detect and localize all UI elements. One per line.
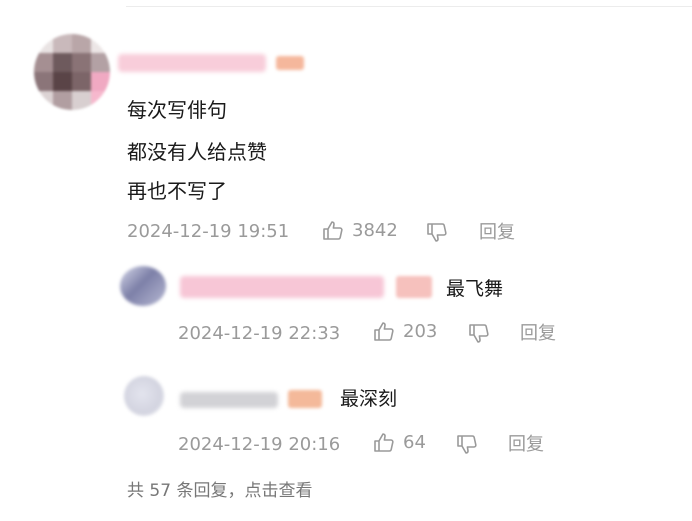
comment-thread: 每次写俳句 都没有人给点赞 再也不写了 2024-12-19 19:51 384… (0, 0, 692, 521)
thumbs-up-icon[interactable] (372, 431, 396, 455)
timestamp: 2024-12-19 22:33 (178, 323, 341, 344)
thumbs-down-icon[interactable] (425, 220, 449, 244)
username-blurred[interactable] (180, 276, 384, 298)
thumbs-up-icon[interactable] (372, 320, 396, 344)
reply-username[interactable]: 最飞舞 (446, 277, 503, 301)
comment-line: 每次写俳句 (127, 98, 227, 122)
user-badge (396, 276, 432, 298)
like-count: 3842 (352, 220, 398, 241)
username-blurred[interactable] (118, 54, 266, 72)
avatar[interactable] (34, 34, 110, 110)
username-blurred[interactable] (180, 392, 278, 408)
thumbs-down-icon[interactable] (455, 432, 479, 456)
comment-line: 再也不写了 (127, 179, 227, 203)
avatar[interactable] (120, 266, 166, 306)
thumbs-down-icon[interactable] (467, 321, 491, 345)
like-count: 203 (403, 321, 438, 342)
reply-button[interactable]: 回复 (479, 222, 515, 244)
like-count: 64 (403, 432, 426, 453)
reply-button[interactable]: 回复 (520, 323, 556, 345)
comment-line: 都没有人给点赞 (127, 140, 267, 164)
user-badge (276, 56, 304, 70)
reply-button[interactable]: 回复 (508, 434, 544, 456)
user-badge (288, 390, 322, 408)
view-more-replies-link[interactable]: 共 57 条回复，点击查看 (127, 480, 312, 502)
timestamp: 2024-12-19 19:51 (127, 221, 290, 242)
divider (126, 6, 692, 7)
timestamp: 2024-12-19 20:16 (178, 434, 341, 455)
avatar[interactable] (124, 376, 164, 416)
reply-username[interactable]: 最深刻 (340, 387, 397, 411)
thumbs-up-icon[interactable] (321, 219, 345, 243)
